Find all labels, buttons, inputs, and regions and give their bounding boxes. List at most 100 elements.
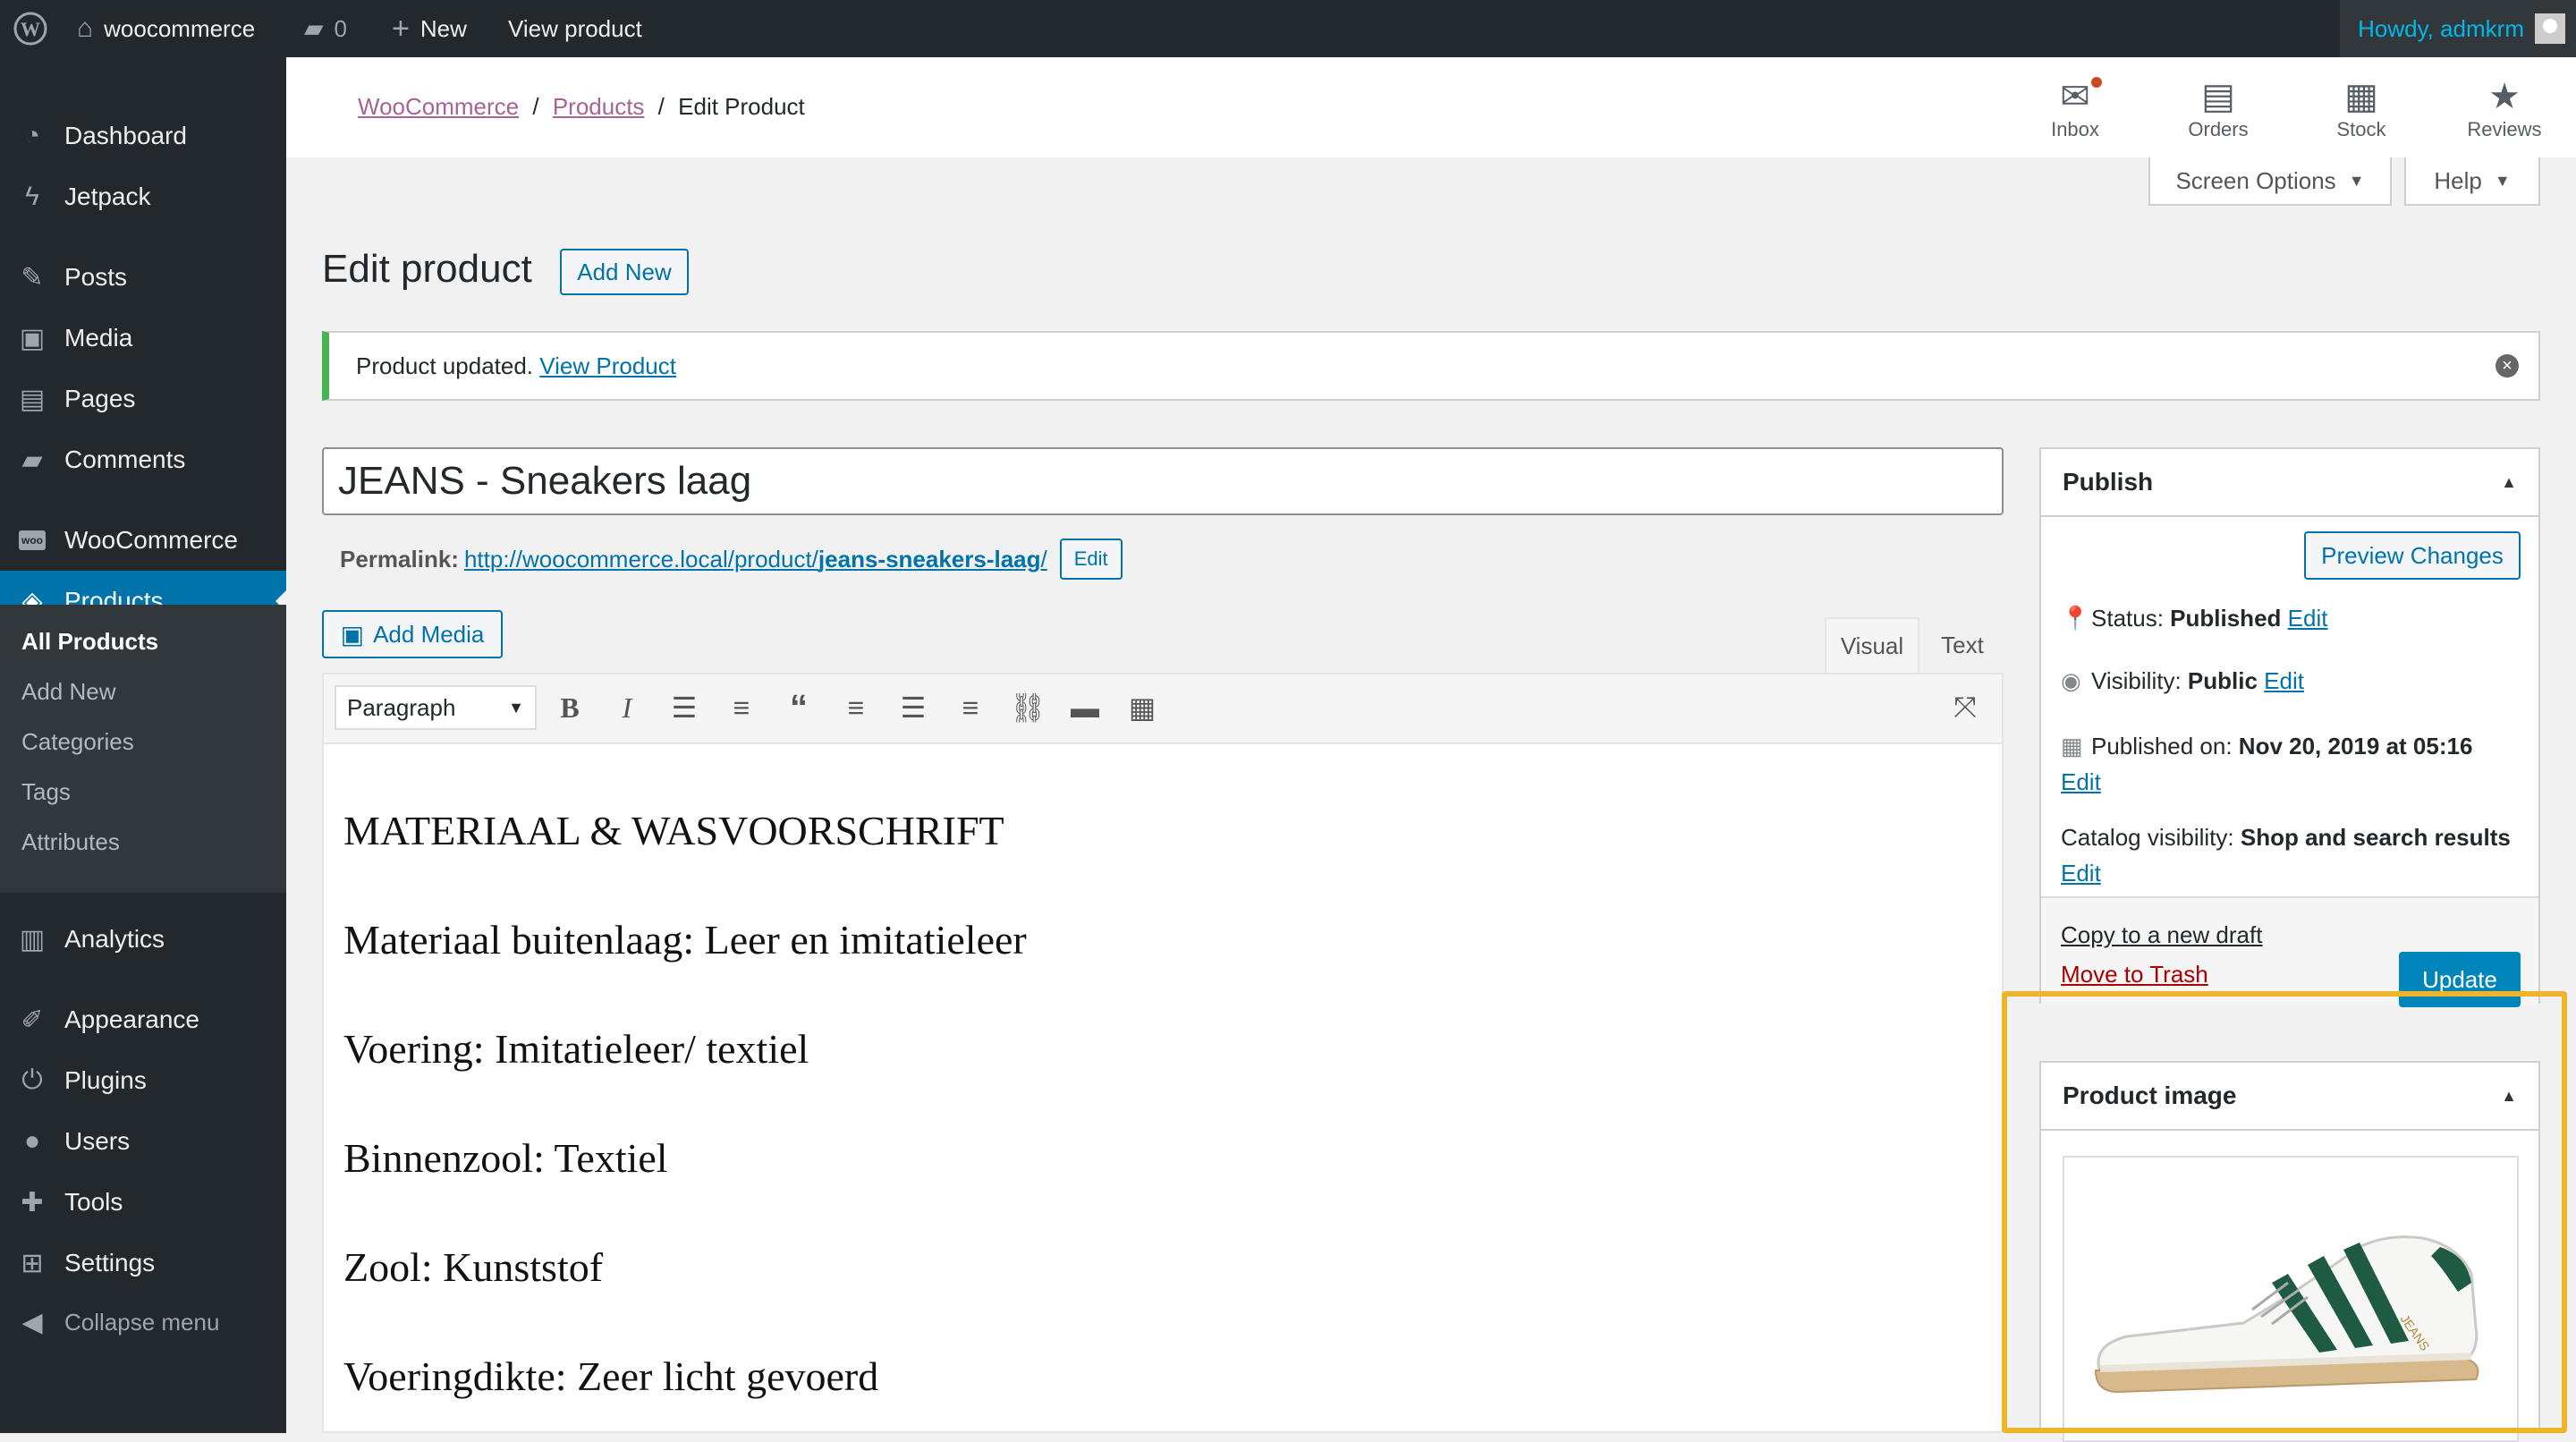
tab-visual[interactable]: Visual	[1825, 617, 1919, 673]
view-product-link[interactable]: View product	[508, 0, 642, 57]
status-value: Published	[2170, 605, 2282, 632]
sidebar-item-jetpack[interactable]: ϟ Jetpack	[0, 166, 286, 227]
view-product-notice-link[interactable]: View Product	[539, 352, 676, 380]
link-icon[interactable]: ⛓	[1007, 687, 1048, 728]
status-row: 📍Status: Published Edit	[2061, 605, 2327, 632]
sidebar-item-plugins[interactable]: ⏻ Plugins	[0, 1050, 286, 1111]
bold-icon[interactable]: B	[549, 687, 590, 728]
highlight-box	[2002, 991, 2567, 1433]
publish-box-header[interactable]: Publish ▲	[2041, 449, 2538, 517]
sidebar-item-woocommerce[interactable]: woo WooCommerce	[0, 510, 286, 571]
catalog-edit-link[interactable]: Edit	[2061, 860, 2101, 886]
bullet-list-icon[interactable]: ☰	[664, 687, 705, 728]
breadcrumb-products[interactable]: Products	[553, 93, 645, 120]
align-center-icon[interactable]: ☰	[893, 687, 934, 728]
sidebar-item-posts[interactable]: ✎ Posts	[0, 247, 286, 308]
permalink-slug: jeans-sneakers-laag	[818, 545, 1041, 573]
wordpress-logo-icon[interactable]: W	[13, 0, 48, 57]
visibility-row: ◉ Visibility: Public Edit	[2061, 667, 2304, 695]
orders-button[interactable]: ▤ Orders	[2165, 75, 2272, 141]
preview-changes-button[interactable]: Preview Changes	[2304, 531, 2521, 580]
pin-icon: 📍	[2061, 605, 2090, 632]
product-title-input[interactable]: JEANS - Sneakers laag	[322, 447, 2004, 515]
publish-box: Publish ▲ Preview Changes 📍Status: Publis…	[2039, 447, 2540, 1007]
screen-options-button[interactable]: Screen Options ▼	[2148, 157, 2392, 206]
breadcrumb-separator: /	[532, 93, 539, 120]
sidebar-item-dashboard[interactable]: ◔ Dashboard	[0, 106, 286, 166]
wrench-icon: ✚	[21, 1187, 44, 1217]
submenu-attributes[interactable]: Attributes	[21, 828, 120, 856]
permalink-link[interactable]: http://woocommerce.local/product/jeans-s…	[464, 546, 1047, 573]
format-select[interactable]: Paragraph ▼	[335, 685, 537, 730]
content-line: Voering: Imitatieleer/ textiel	[343, 1026, 809, 1072]
submenu-categories[interactable]: Categories	[21, 728, 134, 756]
dismiss-icon[interactable]: ×	[2496, 354, 2519, 377]
italic-icon[interactable]: I	[606, 687, 648, 728]
sidebar-item-label: Tools	[64, 1188, 123, 1216]
permalink-trail: /	[1040, 545, 1047, 573]
sidebar-item-settings[interactable]: ⊞ Settings	[0, 1233, 286, 1294]
align-right-icon[interactable]: ≡	[950, 687, 991, 728]
permalink-edit-button[interactable]: Edit	[1059, 539, 1123, 580]
new-content-link[interactable]: + New	[392, 0, 467, 57]
reviews-button[interactable]: ★ Reviews	[2451, 75, 2558, 141]
move-to-trash-link[interactable]: Move to Trash	[2061, 961, 2208, 988]
sidebar-item-label: WooCommerce	[64, 526, 238, 554]
collapse-arrow-icon[interactable]: ▲	[2501, 473, 2517, 492]
orders-label: Orders	[2188, 118, 2249, 140]
admin-bar: W ⌂ woocommerce ▰ 0 + New View product H…	[0, 0, 2576, 57]
sidebar-item-label: Media	[64, 324, 133, 352]
publish-title: Publish	[2063, 468, 2154, 496]
sidebar-item-pages[interactable]: ▤ Pages	[0, 369, 286, 429]
breadcrumb-woocommerce[interactable]: WooCommerce	[358, 93, 519, 120]
fullscreen-icon[interactable]: ⤧	[1945, 687, 1986, 728]
toolbar-toggle-icon[interactable]: ▦	[1122, 687, 1163, 728]
caret-down-icon: ▼	[508, 698, 524, 717]
account-menu[interactable]: Howdy, admkrm	[2340, 0, 2576, 57]
add-media-button[interactable]: ▣ Add Media	[322, 610, 503, 658]
site-name-link[interactable]: ⌂ woocommerce	[77, 0, 255, 57]
sidebar-item-users[interactable]: ● Users	[0, 1111, 286, 1172]
help-button[interactable]: Help ▼	[2404, 157, 2540, 206]
align-left-icon[interactable]: ≡	[835, 687, 877, 728]
woocommerce-header: WooCommerce / Products / Edit Product ✉ …	[286, 57, 2576, 157]
sidebar-item-comments[interactable]: ▰ Comments	[0, 429, 286, 490]
permalink-base: http://woocommerce.local/product/	[463, 545, 818, 573]
add-new-button[interactable]: Add New	[560, 249, 689, 295]
page-title: Edit product	[322, 247, 532, 291]
publish-actions: Copy to a new draft Move to Trash Update	[2041, 896, 2538, 1007]
sidebar-item-analytics[interactable]: ▥ Analytics	[0, 909, 286, 970]
sidebar-item-media[interactable]: ▣ Media	[0, 308, 286, 369]
published-edit-link[interactable]: Edit	[2061, 768, 2101, 795]
submenu-tags[interactable]: Tags	[21, 778, 71, 806]
numbered-list-icon[interactable]: ≡	[721, 687, 762, 728]
editor-content[interactable]: MATERIAAL & WASVOORSCHRIFT Materiaal bui…	[322, 744, 2004, 1433]
orders-icon: ▤	[2201, 77, 2235, 116]
read-more-icon[interactable]: ▬	[1064, 687, 1106, 728]
comments-link[interactable]: ▰ 0	[304, 0, 347, 57]
published-label: Published on:	[2091, 733, 2233, 759]
copy-to-draft-link[interactable]: Copy to a new draft	[2061, 921, 2262, 949]
breadcrumb-current: Edit Product	[678, 93, 805, 120]
stock-button[interactable]: ▦ Stock	[2308, 75, 2415, 141]
sidebar-item-label: Jetpack	[64, 182, 151, 210]
visibility-edit-link[interactable]: Edit	[2264, 667, 2304, 694]
pages-icon: ▤	[19, 384, 46, 414]
content-line: Zool: Kunststof	[343, 1244, 604, 1290]
woo-icon: woo	[14, 522, 50, 558]
collapse-menu-button[interactable]: ◀ Collapse menu	[0, 1292, 286, 1353]
sidebar-item-tools[interactable]: ✚ Tools	[0, 1172, 286, 1233]
submenu-all-products[interactable]: All Products	[21, 628, 158, 656]
status-edit-link[interactable]: Edit	[2288, 605, 2328, 632]
catalog-visibility-row: Catalog visibility: Shop and search resu…	[2061, 819, 2511, 891]
tab-text[interactable]: Text	[1923, 617, 2002, 673]
catalog-label: Catalog visibility:	[2061, 824, 2234, 851]
inbox-button[interactable]: ✉ Inbox	[2021, 75, 2129, 141]
blockquote-icon[interactable]: “	[778, 687, 819, 728]
published-value: Nov 20, 2019 at 05:16	[2238, 733, 2473, 759]
sidebar-item-label: Settings	[64, 1249, 156, 1277]
caret-down-icon: ▼	[2348, 171, 2365, 190]
sidebar-item-appearance[interactable]: ✐ Appearance	[0, 989, 286, 1050]
submenu-add-new[interactable]: Add New	[21, 678, 116, 706]
content-line: Voeringdikte: Zeer licht gevoerd	[343, 1353, 879, 1399]
